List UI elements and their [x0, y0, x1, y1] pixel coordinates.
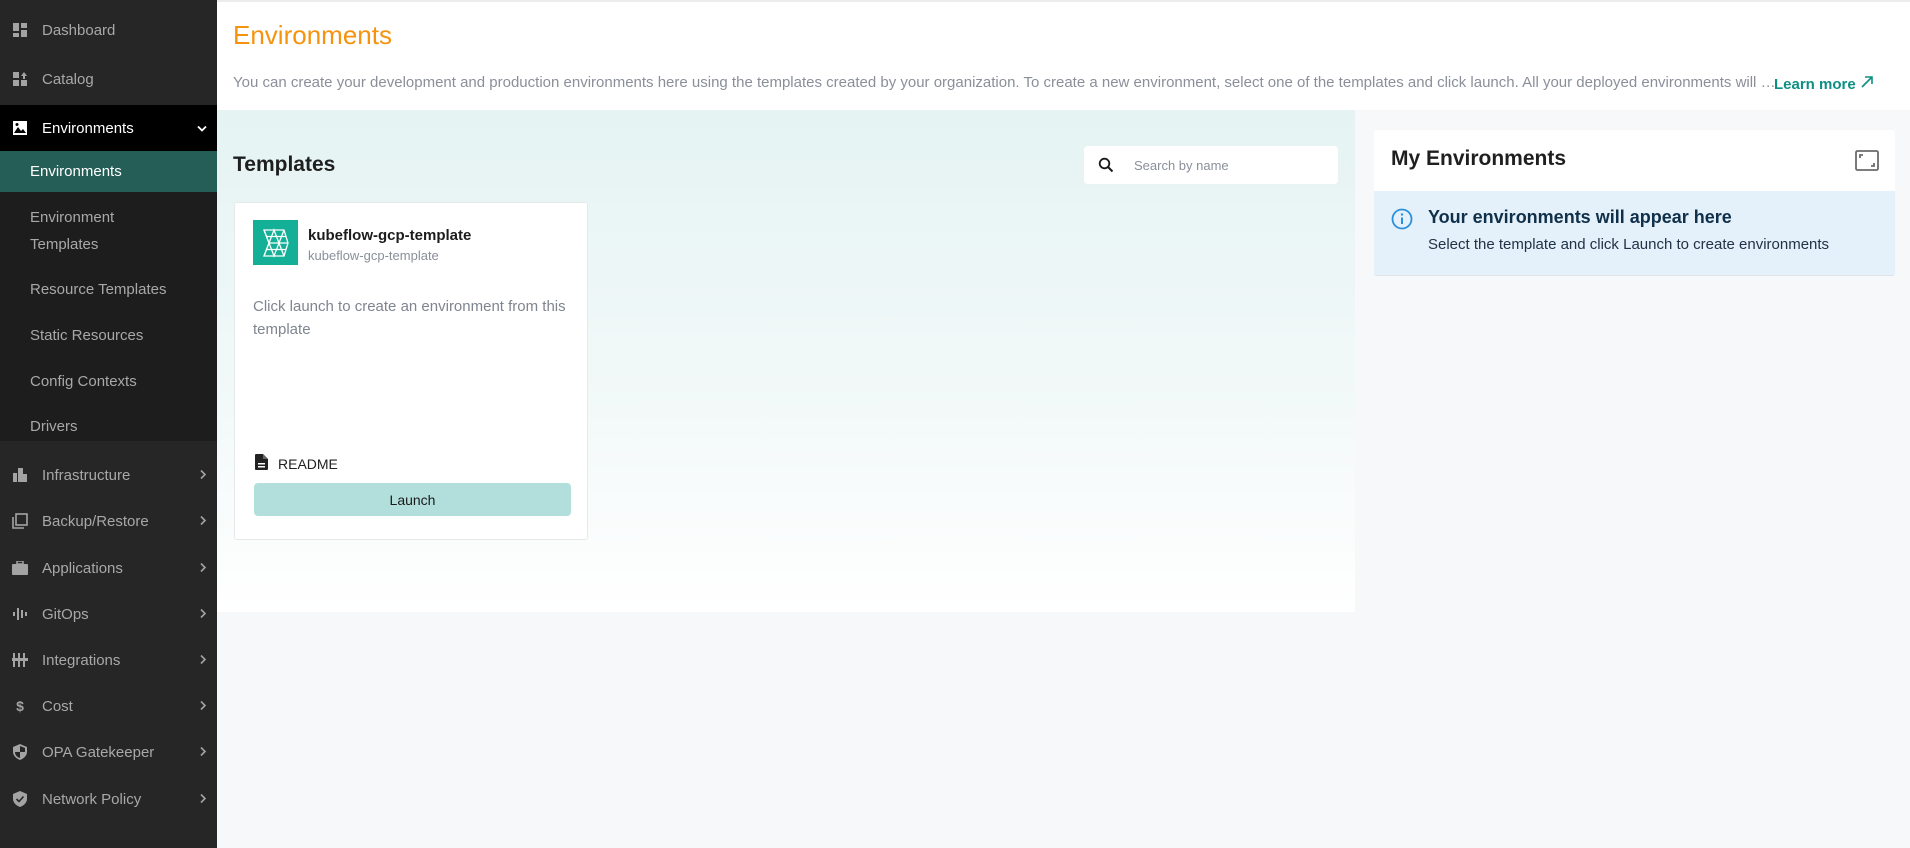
- sidebar-item-gitops[interactable]: GitOps: [0, 591, 217, 637]
- kubeflow-logo-icon: [253, 220, 298, 265]
- waveform-icon: [10, 604, 30, 624]
- sidebar-item-label: GitOps: [42, 605, 89, 623]
- templates-title: Templates: [233, 153, 336, 176]
- briefcase-icon: [10, 558, 30, 578]
- dollar-icon: $: [16, 698, 24, 714]
- sidebar-item-network-policy[interactable]: Network Policy: [0, 776, 217, 822]
- template-name: kubeflow-gcp-template: [308, 227, 472, 244]
- my-environments-title: My Environments: [1391, 147, 1567, 170]
- integrations-icon: [10, 650, 30, 670]
- chevron-right-icon: [200, 607, 207, 622]
- chevron-right-icon: [200, 468, 207, 483]
- sidebar-item-cost[interactable]: $ Cost: [0, 683, 217, 729]
- chevron-right-icon: [200, 745, 207, 760]
- image-icon: [10, 118, 30, 138]
- sidebar-item-label: Catalog: [42, 70, 94, 88]
- search-icon: [1098, 157, 1114, 173]
- sidebar-item-label: Infrastructure: [42, 466, 131, 484]
- chevron-right-icon: [200, 514, 207, 529]
- shield-check-icon: [10, 789, 30, 809]
- sidebar-item-label: Dashboard: [42, 21, 116, 39]
- sidebar-subitem-environments[interactable]: Environments: [0, 151, 217, 192]
- chevron-right-icon: [200, 653, 207, 668]
- sidebar-item-catalog[interactable]: Catalog: [0, 56, 217, 102]
- sidebar-subitem-resource-templates[interactable]: Resource Templates: [0, 276, 217, 303]
- my-environments-card: My Environments Your environments will a…: [1374, 130, 1895, 276]
- page-header: Environments You can create your develop…: [217, 0, 1910, 110]
- shield-half-icon: [10, 742, 30, 762]
- sidebar-item-label: OPA Gatekeeper: [42, 743, 155, 761]
- chevron-down-icon: [197, 121, 207, 136]
- sidebar-item-label: Cost: [42, 697, 73, 715]
- template-search[interactable]: [1084, 146, 1338, 184]
- sidebar-item-label: Integrations: [42, 651, 121, 669]
- external-link-icon: [1860, 75, 1874, 93]
- search-input[interactable]: [1134, 157, 1314, 173]
- template-description: Click launch to create an environment fr…: [253, 298, 566, 338]
- sidebar-subitem-drivers[interactable]: Drivers: [0, 413, 217, 440]
- dashboard-icon: [10, 20, 30, 40]
- sidebar-item-label: Backup/Restore: [42, 512, 149, 530]
- learn-more-link[interactable]: Learn more: [1774, 75, 1874, 93]
- sidebar-item-dashboard[interactable]: Dashboard: [0, 7, 217, 53]
- sidebar-item-backup-restore[interactable]: Backup/Restore: [0, 498, 217, 544]
- building-icon: [10, 465, 30, 485]
- chevron-right-icon: [200, 699, 207, 714]
- document-icon: [255, 454, 268, 473]
- chevron-right-icon: [200, 792, 207, 807]
- sidebar-item-opa-gatekeeper[interactable]: OPA Gatekeeper: [0, 729, 217, 775]
- empty-state-text: Select the template and click Launch to …: [1428, 236, 1830, 253]
- sidebar-item-infrastructure[interactable]: Infrastructure: [0, 452, 217, 498]
- sidebar-section-environments[interactable]: Environments: [0, 105, 217, 151]
- sidebar-subitem-config-contexts[interactable]: Config Contexts: [0, 368, 217, 395]
- sidebar-subitem-static-resources[interactable]: Static Resources: [0, 322, 217, 349]
- empty-state-info: Your environments will appear here Selec…: [1374, 191, 1895, 275]
- sidebar-item-applications[interactable]: Applications: [0, 545, 217, 591]
- template-subtitle: kubeflow-gcp-template: [308, 248, 439, 263]
- launch-button[interactable]: Launch: [254, 483, 571, 516]
- templates-panel: Templates kubeflow-gcp-template kubeflow…: [217, 110, 1355, 612]
- sidebar-item-label: Network Policy: [42, 790, 142, 808]
- expand-icon[interactable]: [1855, 150, 1879, 171]
- sidebar-item-integrations[interactable]: Integrations: [0, 637, 217, 683]
- page-description: You can create your development and prod…: [233, 74, 1778, 91]
- chevron-right-icon: [200, 561, 207, 576]
- learn-more-label: Learn more: [1774, 75, 1856, 93]
- readme-link[interactable]: README: [255, 454, 338, 473]
- page-title: Environments: [233, 20, 392, 50]
- sidebar-subitem-environment-templates[interactable]: Environment Templates: [0, 204, 150, 258]
- copy-icon: [10, 511, 30, 531]
- sidebar: Dashboard Catalog Environments Environme…: [0, 0, 217, 848]
- sidebar-section-label: Environments: [42, 119, 134, 137]
- info-icon: [1391, 208, 1413, 235]
- catalog-icon: [10, 69, 30, 89]
- template-card[interactable]: kubeflow-gcp-template kubeflow-gcp-templ…: [234, 202, 588, 540]
- sidebar-item-label: Applications: [42, 559, 123, 577]
- readme-label: README: [278, 455, 338, 472]
- empty-state-title: Your environments will appear here: [1428, 207, 1732, 227]
